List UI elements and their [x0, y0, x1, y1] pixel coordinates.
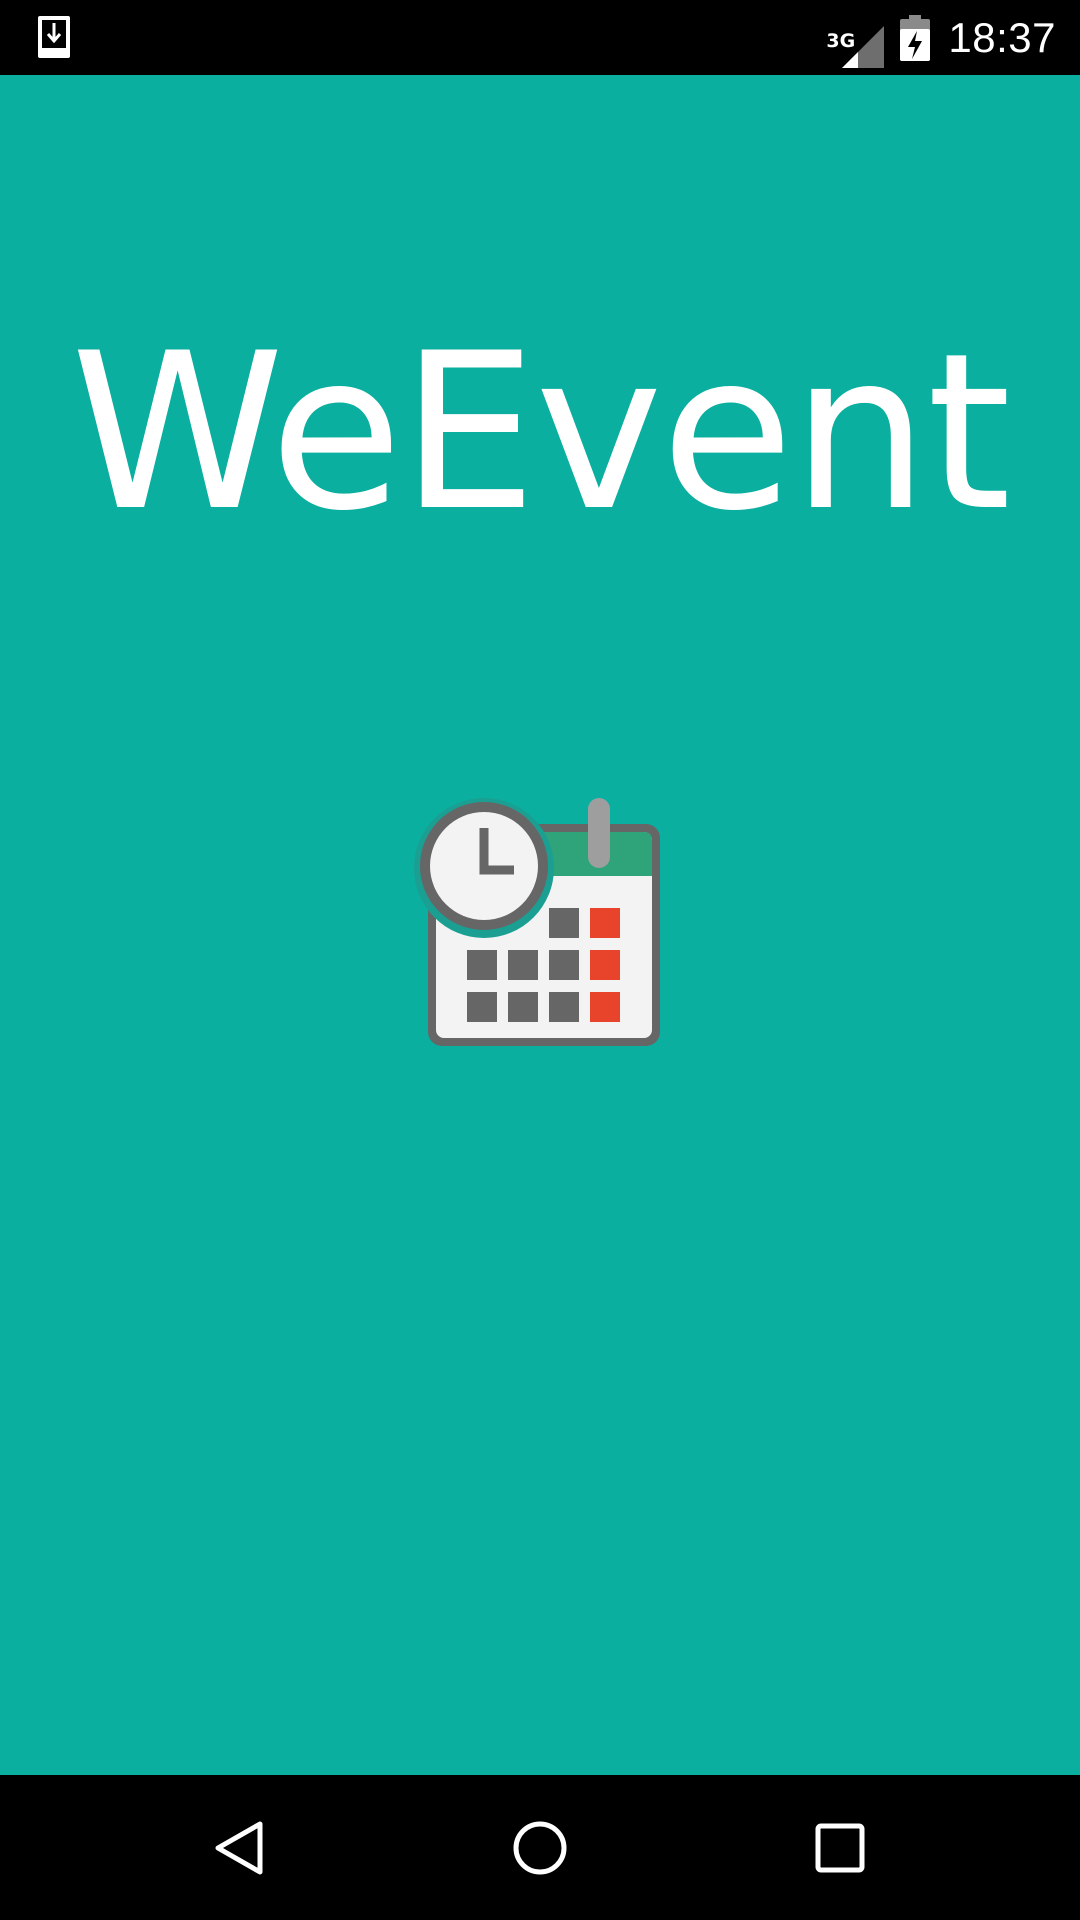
status-bar: 3G 18:37 — [0, 0, 1080, 75]
home-circle-icon — [513, 1821, 567, 1874]
battery-charging-icon — [900, 14, 931, 61]
recents-button[interactable] — [760, 1775, 920, 1920]
recents-square-icon — [815, 1823, 865, 1872]
status-icons: 3G 18:37 — [826, 0, 1056, 75]
download-notification-icon — [36, 14, 72, 60]
clock-time: 18:37 — [948, 13, 1056, 61]
back-triangle-icon — [215, 1821, 263, 1874]
app-title: WeEvent — [70, 307, 1012, 558]
home-button[interactable] — [460, 1775, 620, 1920]
cell-signal-icon: 3G — [826, 14, 885, 68]
calendar-clock-icon — [414, 798, 666, 1050]
navigation-bar — [0, 1775, 1080, 1920]
splash-screen: 3G 18:37 WeEvent — [0, 0, 1080, 1920]
back-button[interactable] — [160, 1775, 320, 1920]
main-content: WeEvent — [0, 75, 1080, 1775]
